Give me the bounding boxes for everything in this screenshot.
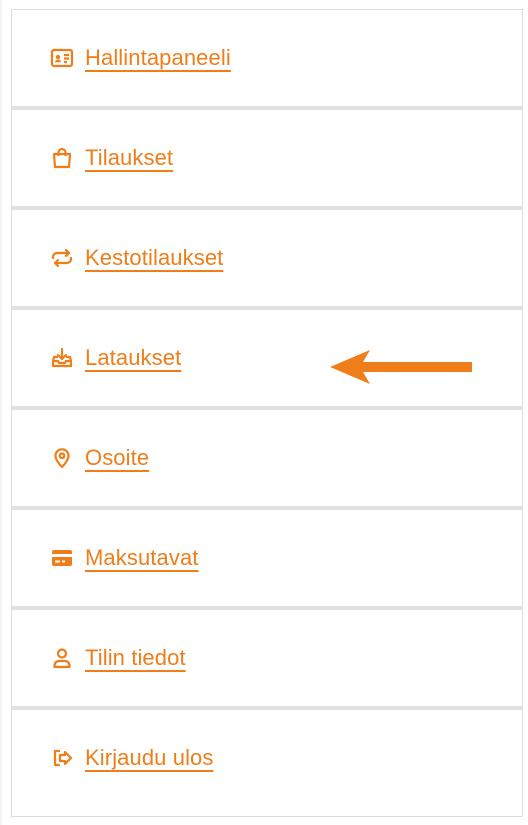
nav-item-payment-methods[interactable]: Maksutavat (12, 510, 522, 606)
user-icon (49, 645, 75, 671)
nav-label: Maksutavat (85, 545, 199, 570)
account-navigation: Hallintapaneeli Tilaukset Kestotilaukset (11, 9, 523, 817)
nav-label: Kestotilaukset (85, 245, 224, 270)
credit-card-icon (49, 545, 75, 571)
nav-label: Osoite (85, 445, 150, 470)
nav-label: Lataukset (85, 345, 182, 370)
repeat-icon (49, 245, 75, 271)
logout-icon (49, 745, 75, 771)
nav-label: Kirjaudu ulos (85, 745, 214, 770)
shopping-bag-icon (49, 145, 75, 171)
nav-item-address[interactable]: Osoite (12, 410, 522, 506)
id-card-icon (49, 45, 75, 71)
nav-item-account-details[interactable]: Tilin tiedot (12, 610, 522, 706)
nav-label: Tilin tiedot (85, 645, 186, 670)
nav-item-orders[interactable]: Tilaukset (12, 110, 522, 206)
nav-item-subscriptions[interactable]: Kestotilaukset (12, 210, 522, 306)
nav-item-logout[interactable]: Kirjaudu ulos (12, 710, 522, 806)
nav-label: Tilaukset (85, 145, 174, 170)
highlight-arrow-icon (330, 350, 472, 384)
nav-item-dashboard[interactable]: Hallintapaneeli (12, 10, 522, 106)
download-icon (49, 345, 75, 371)
nav-label: Hallintapaneeli (85, 45, 231, 70)
page-edge (0, 0, 2, 825)
location-pin-icon (49, 445, 75, 471)
